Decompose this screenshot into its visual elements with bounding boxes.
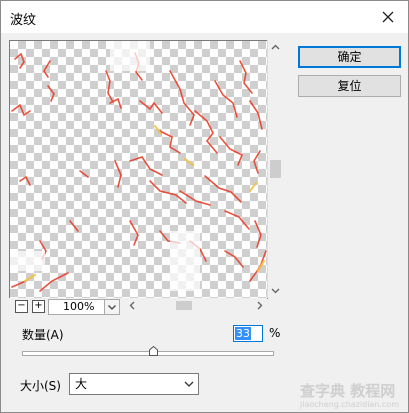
close-icon[interactable] (376, 5, 400, 29)
amount-slider-thumb[interactable] (149, 345, 158, 356)
amount-value: 33 (235, 327, 251, 340)
preview-vertical-scrollbar[interactable] (267, 40, 283, 298)
preview-canvas[interactable] (9, 40, 268, 299)
chevron-down-icon[interactable] (104, 300, 119, 314)
scroll-down-icon[interactable] (268, 283, 283, 298)
vertical-scroll-thumb[interactable] (270, 160, 281, 178)
watermark-url: jiaocheng.chazidian.com (300, 400, 400, 409)
zoom-in-button[interactable]: + (32, 300, 45, 313)
zoom-out-button[interactable]: − (15, 300, 28, 313)
scroll-right-icon[interactable] (252, 298, 267, 313)
size-label: 大小(S) (20, 379, 61, 393)
title-bar: 波纹 (1, 1, 408, 33)
size-select[interactable]: 大 (69, 373, 199, 395)
dialog-title: 波纹 (10, 13, 37, 28)
size-value: 大 (75, 377, 88, 391)
ok-button[interactable]: 确定 (298, 46, 401, 68)
watermark-text: 查字典 教程网 (300, 382, 396, 400)
amount-unit: % (269, 326, 281, 340)
scroll-up-icon[interactable] (268, 40, 283, 55)
horizontal-scroll-thumb[interactable] (176, 301, 192, 310)
zoom-level-value: 100% (63, 300, 95, 313)
amount-label: 数量(A) (22, 328, 64, 342)
scroll-left-icon[interactable] (125, 298, 140, 313)
amount-slider-track[interactable] (22, 351, 274, 356)
amount-input[interactable]: 33 (233, 325, 263, 342)
zoom-level-dropdown[interactable]: 100% (48, 299, 120, 315)
reset-button[interactable]: 复位 (298, 75, 401, 97)
chevron-down-icon[interactable] (182, 377, 196, 391)
ripple-preview-image (10, 41, 267, 292)
